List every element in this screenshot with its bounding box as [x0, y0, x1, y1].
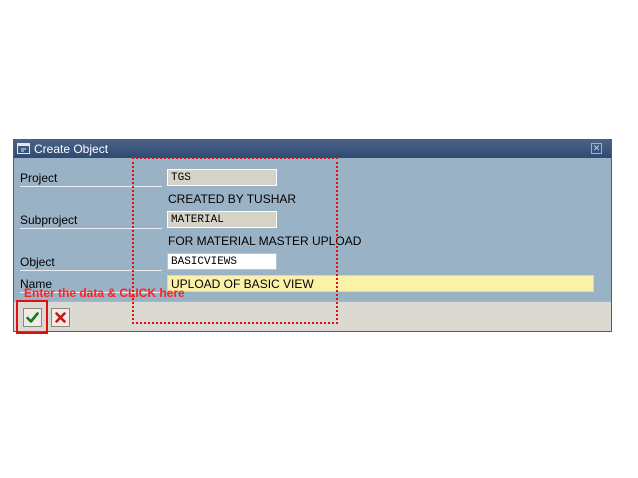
instruction-annotation: Enter the data & CLICK here	[24, 286, 185, 300]
dialog-titlebar: Create Object ✕	[14, 140, 611, 158]
dialog-title: Create Object	[34, 142, 109, 156]
ok-button-highlight	[16, 300, 48, 334]
cancel-x-icon	[55, 312, 66, 323]
window-icon	[17, 143, 30, 154]
cancel-button[interactable]	[51, 308, 70, 327]
close-icon[interactable]: ✕	[591, 143, 602, 154]
